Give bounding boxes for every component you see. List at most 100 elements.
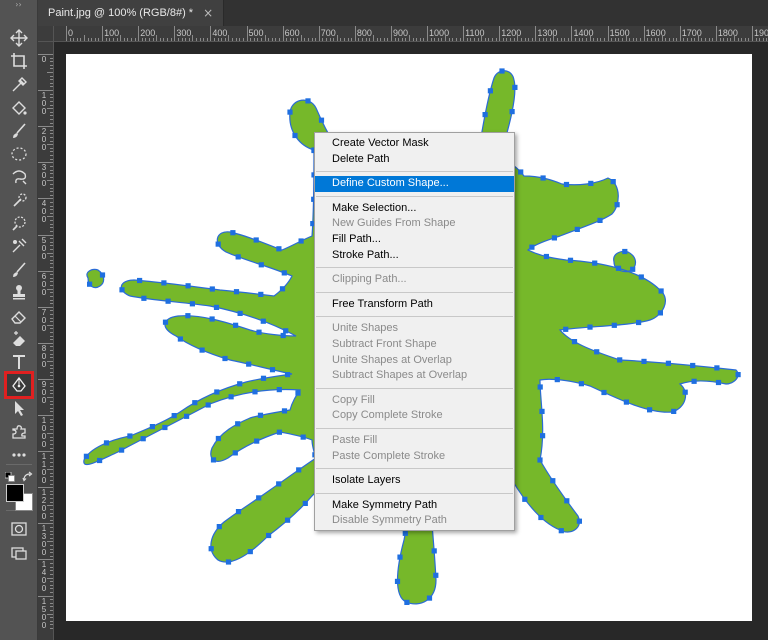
anchor-point[interactable] [281, 270, 287, 276]
anchor-point[interactable] [691, 378, 697, 384]
anchor-point[interactable] [300, 434, 306, 440]
anchor-point[interactable] [97, 457, 103, 464]
menu-item-fill-path[interactable]: Fill Path... [315, 232, 514, 248]
anchor-point[interactable] [232, 450, 238, 456]
anchor-point[interactable] [256, 495, 262, 501]
anchor-point[interactable] [563, 326, 569, 332]
brush-tool[interactable] [5, 120, 33, 142]
anchor-point[interactable] [512, 84, 518, 90]
horizontal-ruler[interactable]: 0 100 200 300 400 500 600 700 800 900 1000 1100 1200… [54, 26, 768, 42]
anchor-point[interactable] [499, 68, 505, 74]
menu-item-free-transform-path[interactable]: Free Transform Path [315, 297, 514, 313]
anchor-point[interactable] [537, 457, 543, 463]
anchor-point[interactable] [237, 381, 243, 387]
anchor-point[interactable] [671, 408, 677, 414]
anchor-point[interactable] [563, 181, 570, 188]
anchor-point[interactable] [209, 316, 215, 322]
anchor-point[interactable] [285, 372, 291, 378]
anchor-point[interactable] [614, 202, 620, 208]
anchor-point[interactable] [260, 375, 267, 381]
anchor-point[interactable] [215, 435, 221, 442]
eyedropper-tool[interactable] [5, 74, 33, 96]
anchor-point[interactable] [714, 365, 720, 371]
clone-stamp-tool[interactable] [5, 281, 33, 303]
anchor-point[interactable] [246, 361, 252, 367]
anchor-point[interactable] [137, 277, 143, 284]
anchor-point[interactable] [87, 281, 93, 287]
anchor-point[interactable] [276, 246, 282, 252]
anchor-point[interactable] [551, 235, 557, 241]
anchor-point[interactable] [638, 274, 644, 280]
anchor-point[interactable] [433, 572, 439, 578]
anchor-point[interactable] [305, 98, 311, 104]
anchor-point[interactable] [636, 319, 642, 326]
anchor-point[interactable] [103, 440, 110, 446]
menu-item-make-symmetry-path[interactable]: Make Symmetry Path [315, 498, 514, 514]
eraser-tool[interactable] [5, 305, 33, 327]
anchor-point[interactable] [216, 524, 222, 530]
anchor-point[interactable] [298, 238, 304, 244]
anchor-point[interactable] [592, 260, 598, 266]
menu-item-create-vector-mask[interactable]: Create Vector Mask [315, 136, 514, 152]
anchor-point[interactable] [215, 241, 221, 247]
anchor-point[interactable] [184, 413, 190, 419]
anchor-point[interactable] [119, 447, 125, 453]
anchor-point[interactable] [318, 117, 325, 123]
anchor-point[interactable] [540, 175, 546, 181]
anchor-point[interactable] [283, 328, 289, 334]
anchor-point[interactable] [210, 457, 217, 463]
anchor-point[interactable] [225, 559, 232, 565]
anchor-point[interactable] [539, 408, 545, 414]
anchor-point[interactable] [199, 347, 205, 353]
anchor-point[interactable] [165, 298, 171, 304]
anchor-point[interactable] [658, 288, 664, 294]
screen-mode-button[interactable] [5, 542, 33, 564]
anchor-point[interactable] [276, 481, 282, 487]
toolbar-grip[interactable]: ›› [0, 0, 37, 10]
anchor-point[interactable] [576, 518, 582, 524]
anchor-point[interactable] [205, 402, 211, 408]
anchor-point[interactable] [281, 408, 288, 414]
anchor-point[interactable] [222, 355, 228, 362]
anchor-point[interactable] [233, 289, 240, 295]
anchor-point[interactable] [431, 548, 437, 554]
anchor-point[interactable] [611, 322, 617, 328]
menu-item-isolate-layers[interactable]: Isolate Layers [315, 473, 514, 489]
anchor-point[interactable] [571, 339, 578, 345]
close-tab-icon[interactable]: × [203, 6, 213, 20]
anchor-point[interactable] [269, 367, 276, 373]
color-replacement-tool[interactable] [5, 235, 33, 257]
anchor-point[interactable] [487, 88, 493, 94]
pen-tool[interactable] [4, 371, 34, 399]
anchor-point[interactable] [610, 179, 616, 185]
anchor-point[interactable] [567, 257, 574, 263]
anchor-point[interactable] [253, 237, 259, 243]
anchor-point[interactable] [622, 248, 628, 255]
anchor-point[interactable] [228, 394, 234, 400]
anchor-point[interactable] [564, 498, 570, 504]
anchor-point[interactable] [690, 362, 696, 369]
menu-item-delete-path[interactable]: Delete Path [315, 152, 514, 168]
anchor-point[interactable] [127, 433, 133, 439]
more-tools[interactable] [5, 444, 33, 466]
anchor-point[interactable] [280, 332, 286, 339]
anchor-point[interactable] [597, 217, 603, 223]
anchor-point[interactable] [296, 467, 302, 473]
anchor-point[interactable] [287, 109, 293, 115]
menu-item-make-selection[interactable]: Make Selection... [315, 201, 514, 217]
default-colors-icon[interactable] [5, 472, 15, 482]
anchor-point[interactable] [641, 358, 647, 364]
anchor-point[interactable] [233, 322, 239, 328]
anchor-point[interactable] [214, 389, 220, 395]
anchor-point[interactable] [185, 313, 191, 319]
anchor-point[interactable] [177, 336, 183, 342]
anchor-point[interactable] [208, 546, 214, 552]
anchor-point[interactable] [587, 324, 593, 330]
anchor-point[interactable] [574, 226, 580, 232]
crop-tool[interactable] [5, 50, 33, 72]
anchor-point[interactable] [276, 429, 282, 435]
quick-mask-button[interactable] [5, 518, 33, 540]
anchor-point[interactable] [235, 254, 241, 260]
anchor-point[interactable] [292, 132, 298, 139]
anchor-point[interactable] [185, 283, 191, 289]
